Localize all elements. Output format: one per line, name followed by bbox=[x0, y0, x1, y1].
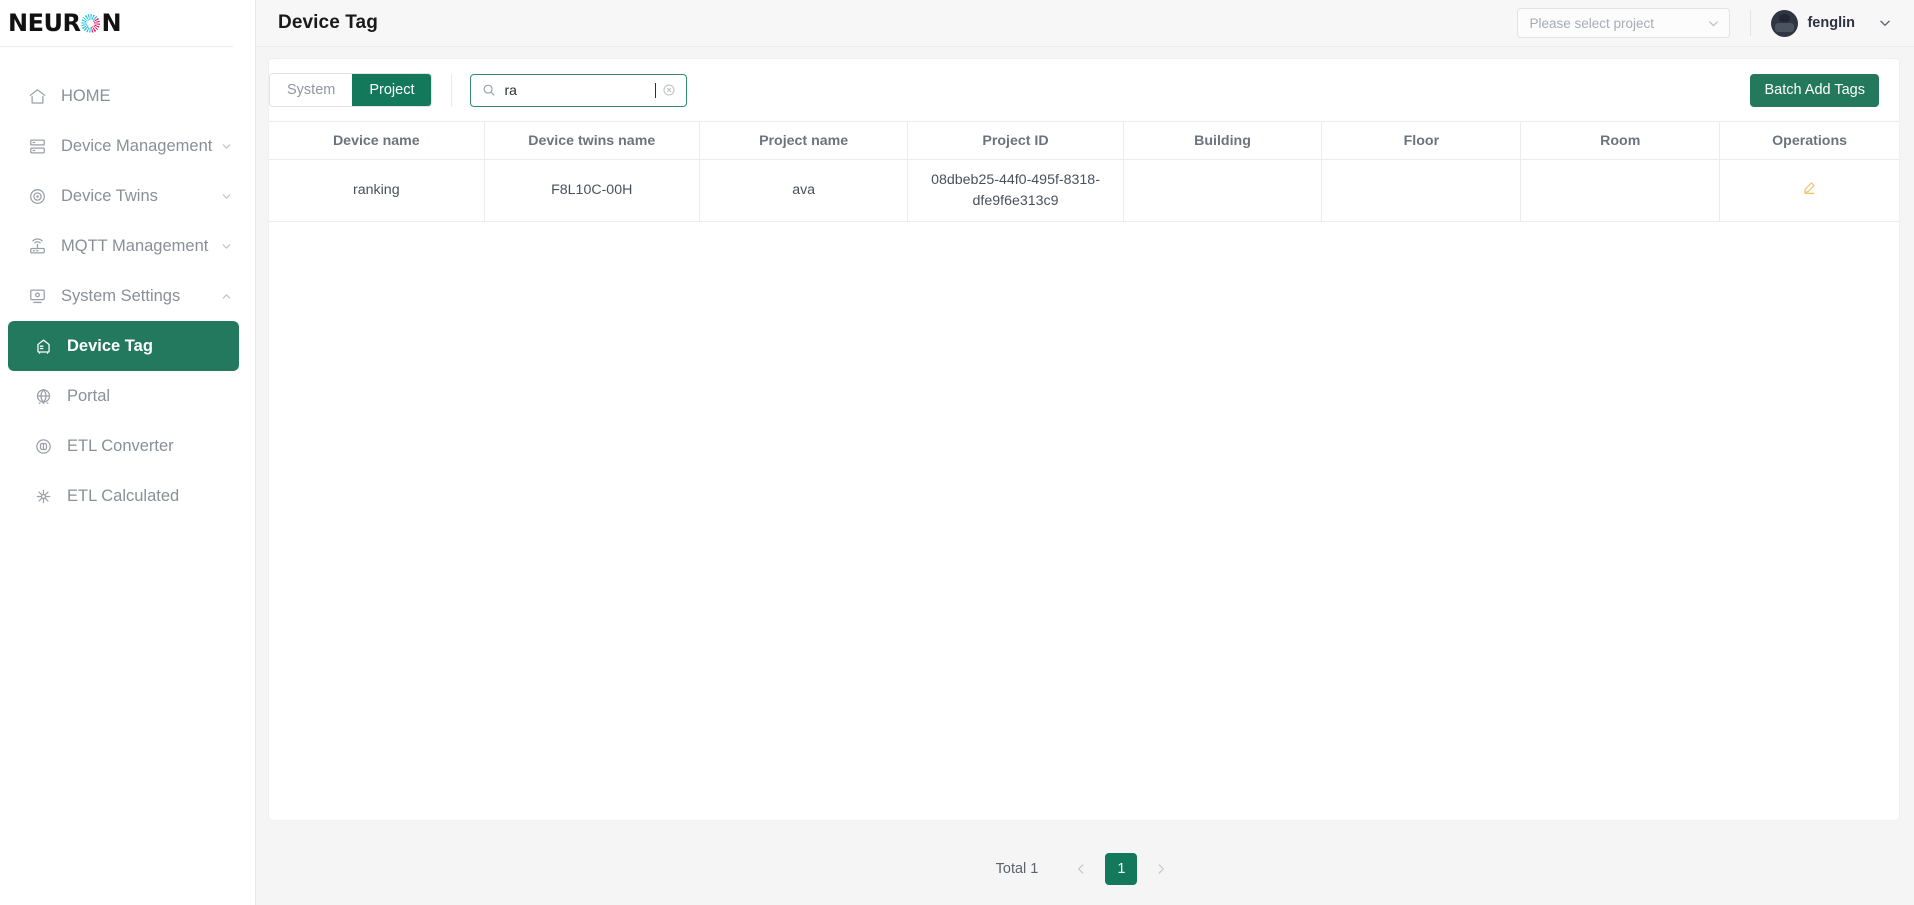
target-icon bbox=[26, 185, 48, 207]
logo-text-left: NEUR bbox=[8, 9, 81, 37]
header-divider bbox=[1750, 10, 1752, 36]
sidebar-item-label: System Settings bbox=[61, 286, 181, 305]
sidebar-item-device-twins[interactable]: Device Twins bbox=[0, 171, 255, 221]
chevron-up-icon bbox=[219, 289, 233, 303]
user-name: fenglin bbox=[1807, 15, 1855, 31]
chevron-down-icon bbox=[1707, 17, 1720, 30]
monitor-icon bbox=[26, 285, 48, 307]
globe-icon bbox=[32, 385, 54, 407]
sidebar-item-portal[interactable]: Portal bbox=[8, 371, 239, 421]
sidebar-item-label: Device Tag bbox=[67, 336, 153, 355]
cell-operations bbox=[1719, 159, 1899, 222]
column-header-project-name: Project name bbox=[699, 121, 909, 160]
home-icon bbox=[26, 85, 48, 107]
neuron-circle-icon bbox=[81, 13, 101, 33]
calculated-icon bbox=[32, 485, 54, 507]
header-right: Please select project fenglin bbox=[1517, 8, 1892, 38]
project-select[interactable]: Please select project bbox=[1517, 8, 1731, 38]
logo-text-right: N bbox=[101, 9, 122, 37]
pagination: Total 1 1 bbox=[256, 833, 1914, 905]
content-card: System Project ra Batch Add Tags Device … bbox=[269, 59, 1899, 820]
sidebar-item-etl-converter[interactable]: ETL Converter bbox=[8, 421, 239, 471]
cell-project-id: 08dbeb25-44f0-495f-8318-dfe9f6e313c9 bbox=[907, 159, 1124, 222]
cell-device-twins-name: F8L10C-00H bbox=[484, 159, 700, 222]
router-icon bbox=[26, 235, 48, 257]
cell-device-name: ranking bbox=[269, 159, 485, 222]
brand-logo[interactable]: NEUR N bbox=[0, 0, 233, 47]
sidebar-item-label: Portal bbox=[67, 386, 111, 405]
cell-building bbox=[1123, 159, 1323, 222]
pagination-prev-button[interactable] bbox=[1068, 856, 1094, 882]
chevron-down-icon bbox=[219, 139, 233, 153]
column-header-project-id: Project ID bbox=[907, 121, 1124, 160]
sidebar-item-label: ETL Converter bbox=[67, 436, 174, 455]
app-root: NEUR N HOME Device Management Device Twi… bbox=[0, 0, 1914, 905]
chevron-down-icon[interactable] bbox=[1878, 16, 1892, 30]
scope-tabs: System Project bbox=[269, 73, 433, 107]
clear-circle-icon[interactable] bbox=[662, 83, 676, 97]
tag-truck-icon bbox=[32, 335, 54, 357]
chevron-down-icon bbox=[219, 239, 233, 253]
sidebar-item-mqtt-management[interactable]: MQTT Management bbox=[0, 221, 255, 271]
user-menu[interactable]: fenglin bbox=[1771, 9, 1892, 37]
sidebar: NEUR N HOME Device Management Device Twi… bbox=[0, 0, 256, 905]
table-row: ranking F8L10C-00H ava 08dbeb25-44f0-495… bbox=[269, 159, 1899, 222]
sidebar-item-label: HOME bbox=[61, 86, 111, 105]
pagination-next-button[interactable] bbox=[1148, 856, 1174, 882]
no-chevron bbox=[219, 89, 233, 103]
table-header-row: Device name Device twins name Project na… bbox=[269, 121, 1899, 160]
sidebar-item-label: Device Management bbox=[61, 136, 213, 155]
search-input[interactable]: ra bbox=[470, 73, 688, 107]
sidebar-item-label: MQTT Management bbox=[61, 236, 209, 255]
sidebar-item-label: ETL Calculated bbox=[67, 486, 180, 505]
tab-system[interactable]: System bbox=[270, 74, 353, 106]
cell-room bbox=[1520, 159, 1721, 222]
search-input-value: ra bbox=[504, 82, 657, 98]
avatar bbox=[1771, 9, 1799, 37]
pagination-total: Total 1 bbox=[995, 861, 1039, 877]
sidebar-nav: HOME Device Management Device Twins MQTT… bbox=[0, 47, 255, 521]
column-header-device-name: Device name bbox=[269, 121, 485, 160]
sidebar-item-etl-calculated[interactable]: ETL Calculated bbox=[8, 471, 239, 521]
pagination-page-1[interactable]: 1 bbox=[1105, 853, 1138, 885]
sidebar-item-device-tag[interactable]: Device Tag bbox=[8, 321, 239, 371]
sidebar-item-device-management[interactable]: Device Management bbox=[0, 121, 255, 171]
edit-pencil-icon[interactable] bbox=[1802, 180, 1817, 195]
batch-add-tags-button[interactable]: Batch Add Tags bbox=[1750, 73, 1879, 107]
column-header-operations: Operations bbox=[1719, 121, 1899, 160]
content-area: System Project ra Batch Add Tags Device … bbox=[256, 47, 1914, 833]
column-header-device-twins-name: Device twins name bbox=[484, 121, 700, 160]
converter-icon bbox=[32, 435, 54, 457]
column-header-room: Room bbox=[1520, 121, 1721, 160]
project-select-placeholder: Please select project bbox=[1529, 15, 1655, 31]
table-toolbar: System Project ra Batch Add Tags bbox=[269, 59, 1899, 121]
sidebar-item-system-settings[interactable]: System Settings bbox=[0, 271, 255, 321]
cell-floor bbox=[1321, 159, 1522, 222]
main-area: Device Tag Please select project fenglin bbox=[256, 0, 1914, 905]
sidebar-item-home[interactable]: HOME bbox=[0, 71, 255, 121]
chevron-down-icon bbox=[219, 189, 233, 203]
sidebar-item-label: Device Twins bbox=[61, 186, 158, 205]
cell-project-name: ava bbox=[699, 159, 909, 222]
column-header-floor: Floor bbox=[1321, 121, 1522, 160]
column-header-building: Building bbox=[1123, 121, 1323, 160]
search-icon bbox=[482, 83, 496, 97]
toolbar-divider bbox=[451, 74, 453, 106]
page-title: Device Tag bbox=[278, 12, 378, 33]
tab-project[interactable]: Project bbox=[352, 74, 432, 106]
device-tag-table: Device name Device twins name Project na… bbox=[269, 121, 1899, 820]
server-icon bbox=[26, 135, 48, 157]
top-header: Device Tag Please select project fenglin bbox=[256, 0, 1914, 47]
